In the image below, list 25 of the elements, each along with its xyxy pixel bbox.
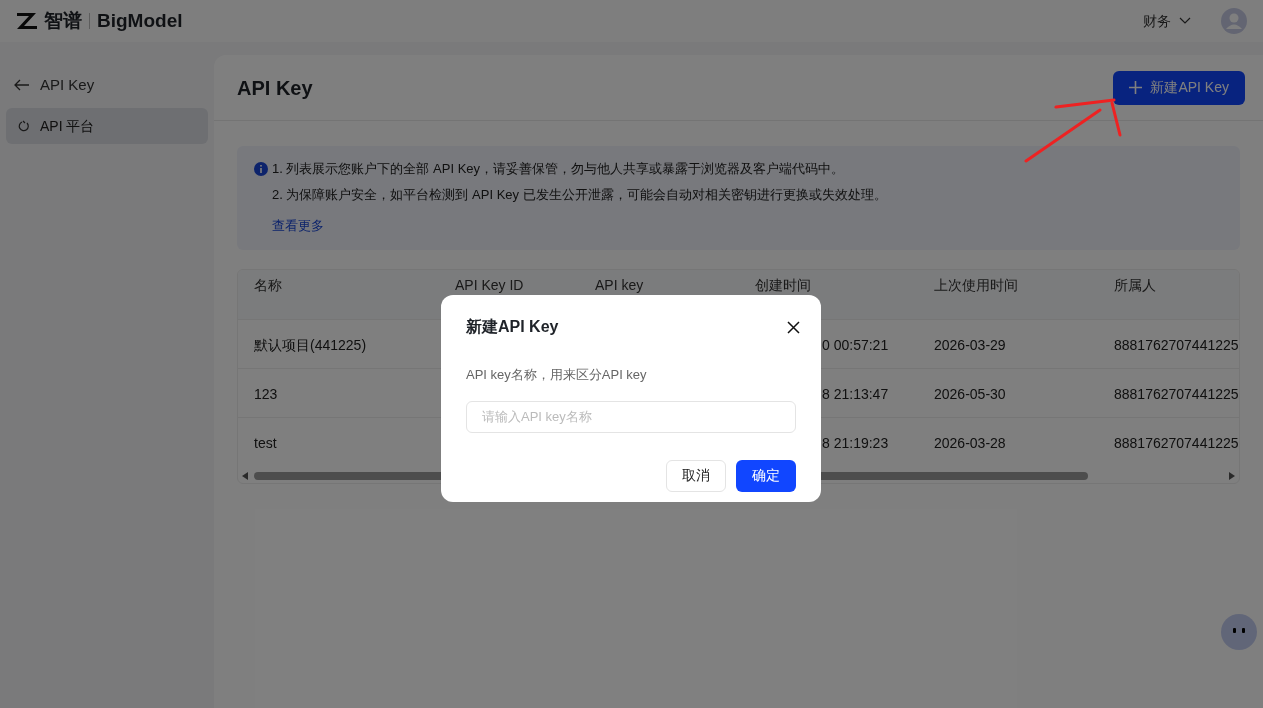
column-header: 上次使用时间 bbox=[934, 275, 1018, 294]
table-cell-text: 8881762707441225 bbox=[1114, 434, 1239, 454]
field-label: API key名称，用来区分API key bbox=[466, 366, 648, 384]
column-header: 所属人 bbox=[1114, 275, 1156, 294]
column-header: API key bbox=[595, 275, 644, 294]
table-cell-text: 2026-03-28 bbox=[934, 434, 1006, 454]
logo-text: 智谱 bbox=[44, 8, 82, 33]
dialog-title: 新建API Key bbox=[466, 317, 559, 337]
table-cell-text: 默认项目(441225) bbox=[254, 335, 367, 355]
notice-text: 1. 列表展示您账户下的全部 API Key，请妥善保管，勿与他人共享或暴露于浏览器及客户端代码中。 bbox=[272, 160, 845, 178]
page-title: API Key bbox=[237, 75, 313, 101]
column-header: 名称 bbox=[254, 275, 282, 294]
table-cell-text: 2026-05-30 bbox=[934, 385, 1006, 405]
table-cell-text: test bbox=[254, 434, 277, 454]
column-header: 创建时间 bbox=[755, 275, 811, 294]
table-cell-text: 0 00:57:21 bbox=[822, 335, 889, 355]
notice-text: 2. 为保障账户安全，如平台检测到 API Key 已发生公开泄露，可能会自动对相关密钥进行更换或失效处理。 bbox=[272, 185, 887, 204]
table-cell-text: 8 21:19:23 bbox=[822, 434, 889, 454]
column-header: API Key ID bbox=[455, 275, 524, 294]
table-cell-text: 8881762707441225 bbox=[1114, 335, 1239, 355]
brand-name: BigModel bbox=[97, 8, 183, 33]
table-cell-text: 123 bbox=[254, 385, 278, 405]
table-cell-text: 2026-03-29 bbox=[934, 335, 1006, 355]
table-cell-text: 8 21:13:47 bbox=[822, 385, 889, 405]
table-cell-text: 8881762707441225 bbox=[1114, 385, 1239, 405]
